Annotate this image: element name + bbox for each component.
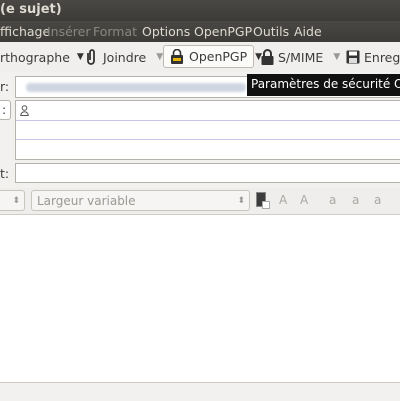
italic-icon[interactable]: a xyxy=(352,193,359,207)
menu-tools[interactable]: Outils xyxy=(253,24,289,39)
menu-insert[interactable]: Insérer xyxy=(47,24,91,39)
paperclip-icon xyxy=(85,48,97,66)
spelling-dropdown-icon[interactable]: ▼ xyxy=(77,52,84,62)
menu-format[interactable]: Format xyxy=(93,24,137,39)
recipient-type-label: : xyxy=(2,102,7,117)
tooltip-text: Paramètres de sécurité OpenPGP xyxy=(251,77,400,91)
select-arrows-icon: ⬍ xyxy=(237,195,245,206)
menu-bar: ffichage Insérer Format Options OpenPGP … xyxy=(0,21,400,42)
from-address-redacted xyxy=(26,83,246,92)
spelling-label: rthographe xyxy=(0,49,70,65)
recipient-row[interactable] xyxy=(16,139,400,159)
openpgp-key-icon xyxy=(170,48,184,65)
subject-input[interactable] xyxy=(15,163,400,183)
recipient-type-select[interactable]: : xyxy=(0,100,11,120)
underline-icon[interactable]: a xyxy=(374,193,381,207)
bold-icon[interactable]: a xyxy=(329,193,336,207)
attach-label: Joindre xyxy=(103,49,147,65)
spelling-button[interactable]: rthographe ▼ xyxy=(0,42,84,72)
attach-button[interactable]: Joindre ▼ xyxy=(85,42,163,72)
subject-label: t: xyxy=(0,166,10,181)
font-select-value: Largeur variable xyxy=(37,193,136,208)
menu-options[interactable]: Options xyxy=(142,24,190,39)
background-color-icon[interactable] xyxy=(262,201,270,209)
font-size-smaller-icon[interactable]: A xyxy=(279,193,287,207)
openpgp-tooltip: Paramètres de sécurité OpenPGP xyxy=(247,74,400,96)
smime-dropdown-icon[interactable]: ▼ xyxy=(333,52,340,62)
openpgp-button[interactable]: OpenPGP ▼ xyxy=(163,45,262,68)
recipient-row[interactable] xyxy=(16,101,400,121)
compose-toolbar: rthographe ▼ Joindre ▼ OpenPGP ▼ S/MIME … xyxy=(0,42,400,72)
font-size-larger-icon[interactable]: A xyxy=(300,193,308,207)
format-toolbar: ⬍ Largeur variable ⬍ A A a a a xyxy=(0,188,400,214)
title-bar: (e sujet) xyxy=(0,0,400,21)
save-button[interactable]: Enregis xyxy=(346,42,400,72)
smime-label: S/MIME xyxy=(278,49,324,65)
menu-view[interactable]: ffichage xyxy=(0,24,50,39)
openpgp-label: OpenPGP xyxy=(189,49,248,64)
recipient-list[interactable] xyxy=(15,100,400,160)
font-select[interactable]: Largeur variable ⬍ xyxy=(31,190,250,211)
select-arrows-icon: ⬍ xyxy=(12,195,20,206)
menu-help[interactable]: Aide xyxy=(294,24,322,39)
from-label: r: xyxy=(0,79,10,94)
save-label: Enregis xyxy=(364,49,400,65)
message-body-editor[interactable] xyxy=(0,214,400,383)
smime-button[interactable]: S/MIME ▼ xyxy=(261,42,340,72)
status-bar xyxy=(0,382,400,401)
person-icon xyxy=(20,105,29,116)
window-title: (e sujet) xyxy=(0,2,62,17)
menu-openpgp[interactable]: OpenPGP xyxy=(194,24,252,39)
recipient-row[interactable] xyxy=(16,120,400,140)
floppy-disk-icon xyxy=(346,50,360,64)
lock-icon xyxy=(261,49,274,65)
paragraph-format-select[interactable]: ⬍ xyxy=(0,190,25,211)
